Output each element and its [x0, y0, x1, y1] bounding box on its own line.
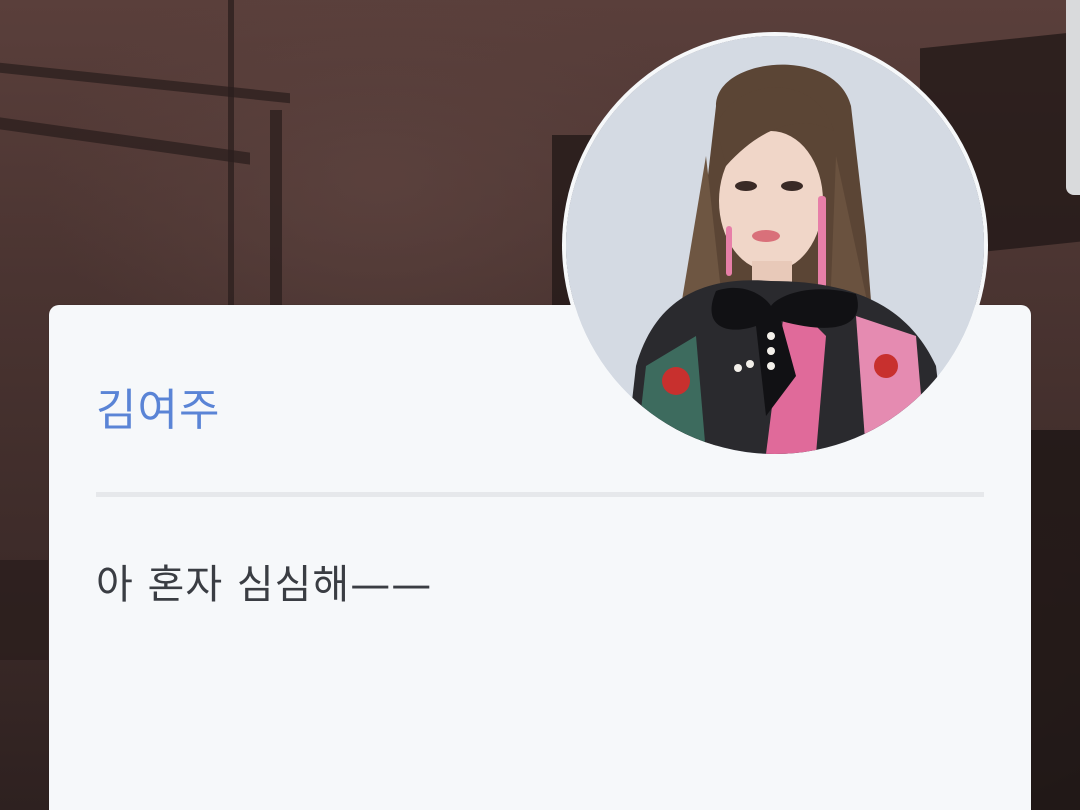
background-pipe	[0, 62, 290, 104]
message-text: 아 혼자 심심해——	[96, 562, 433, 608]
sender-name: 김여주	[96, 385, 221, 436]
background-pipe	[270, 110, 282, 310]
background-shadow	[1030, 430, 1080, 810]
portrait-photo-icon	[566, 36, 984, 454]
background-shadow	[0, 560, 48, 660]
avatar[interactable]	[566, 36, 984, 454]
scrollbar-edge[interactable]	[1066, 0, 1080, 195]
card-divider	[96, 492, 984, 497]
background-pipe	[0, 117, 250, 165]
